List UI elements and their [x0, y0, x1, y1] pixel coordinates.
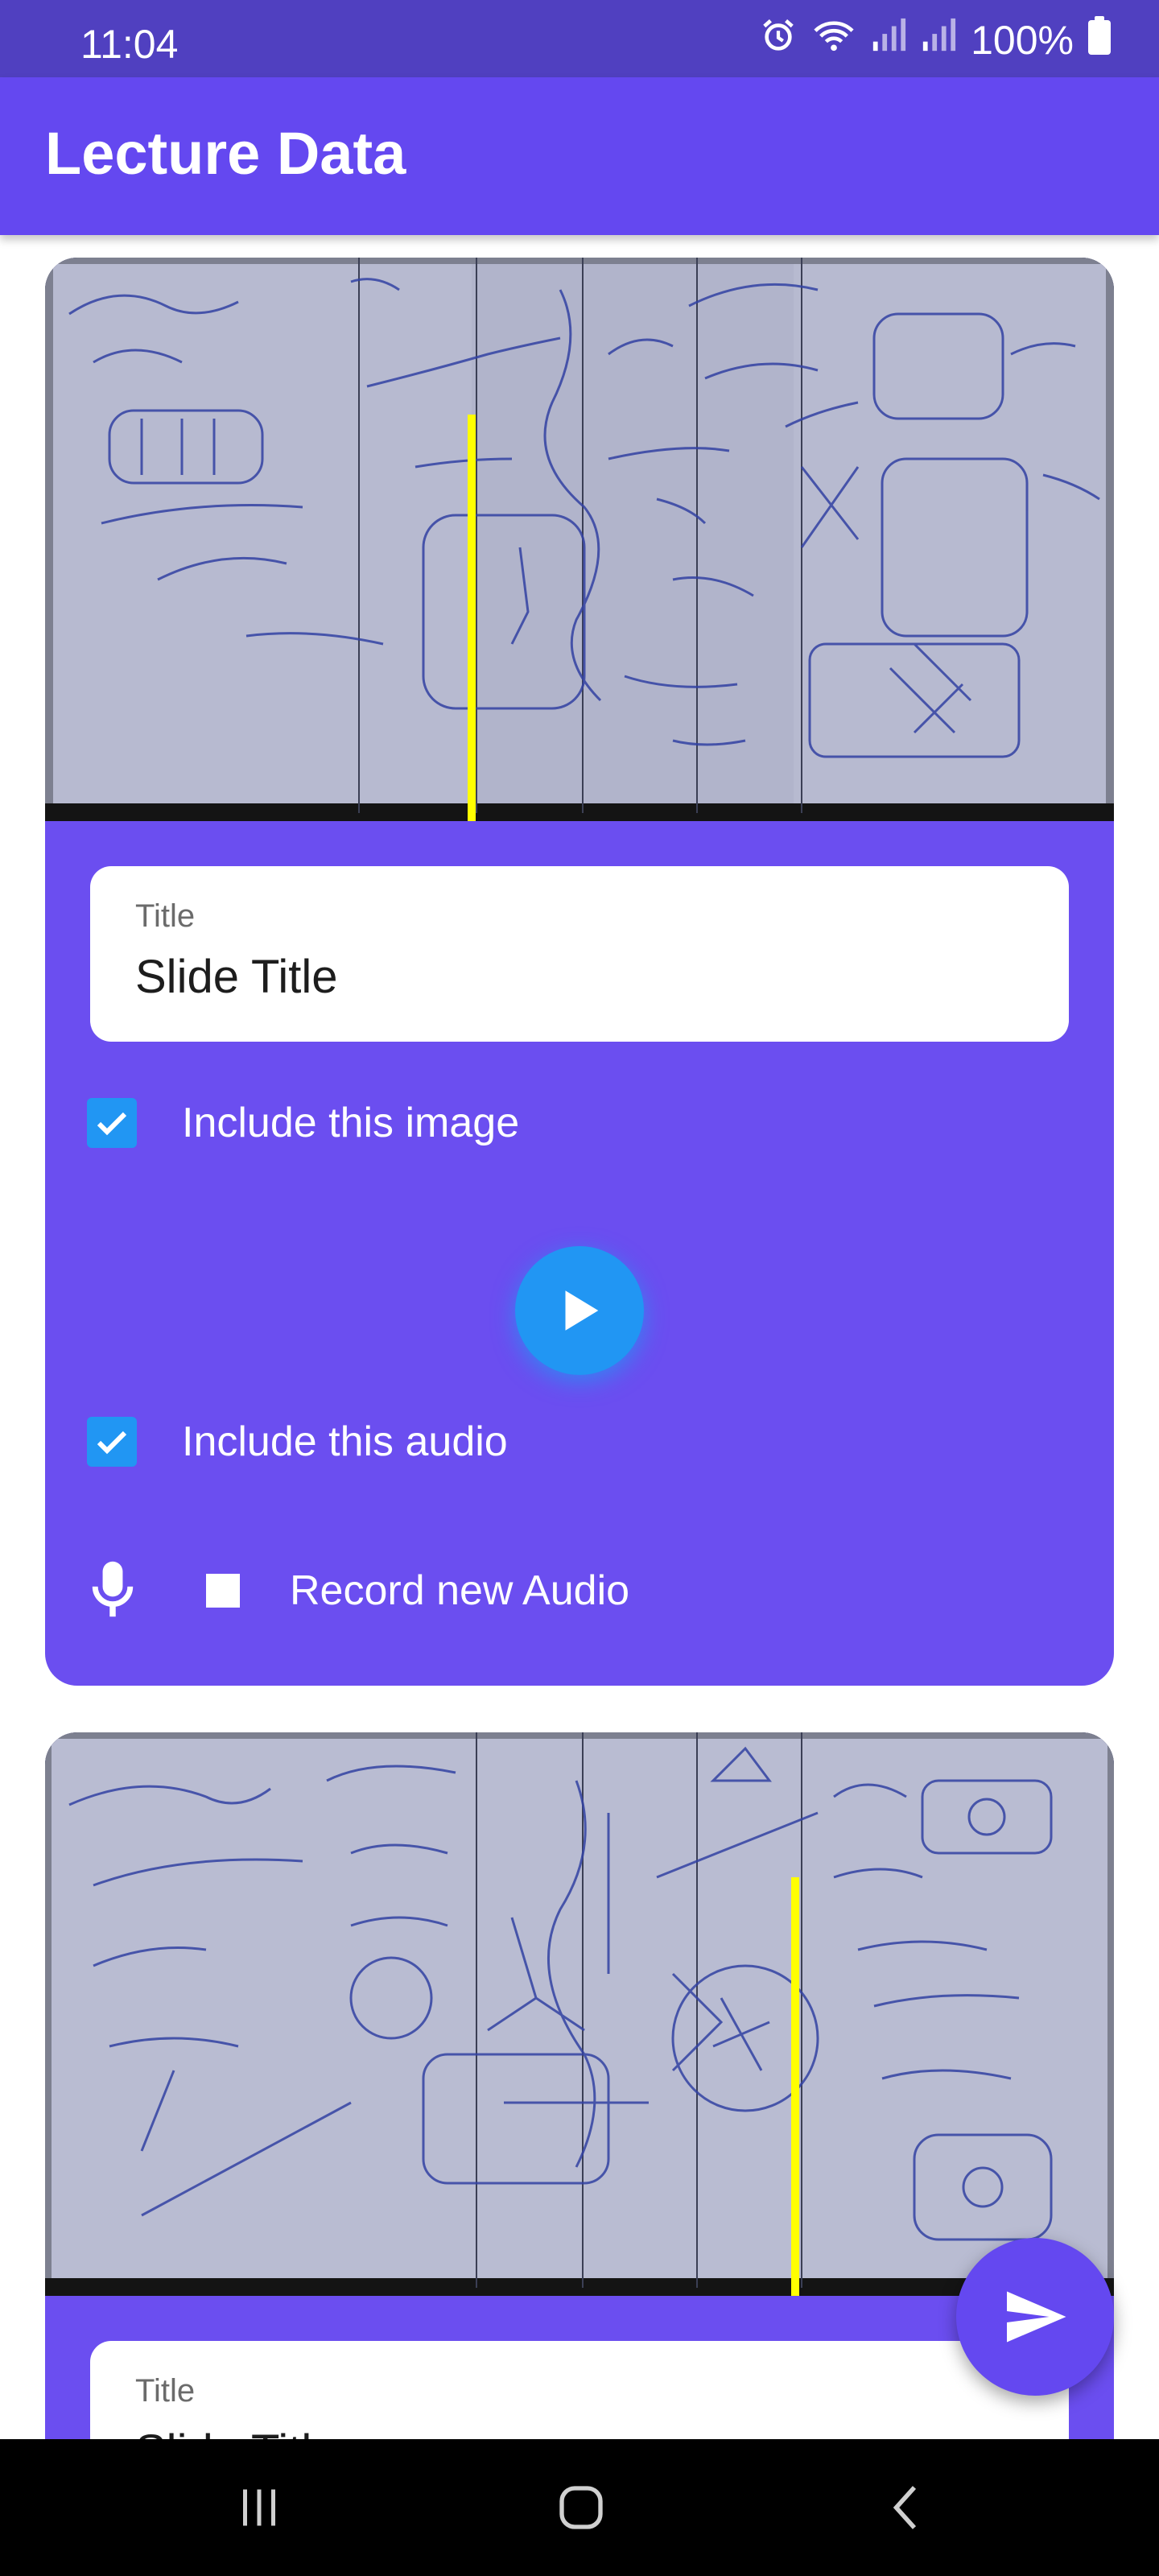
include-image-row[interactable]: Include this image	[87, 1095, 519, 1151]
app-bar: Lecture Data	[0, 77, 1159, 235]
record-audio-row: Record new Audio	[90, 1558, 629, 1623]
wifi-icon	[811, 17, 856, 64]
slide-title-label: Title	[135, 898, 196, 934]
slide-title-input[interactable]: Slide Title	[135, 950, 337, 1004]
home-icon	[559, 2486, 603, 2529]
slide-card: Title Slide Title Include this image Inc…	[45, 258, 1114, 1686]
slide-list[interactable]: Title Slide Title Include this image Inc…	[0, 235, 1159, 2439]
back-button[interactable]	[858, 2479, 955, 2536]
status-time: 11:04	[80, 22, 179, 67]
send-icon	[1007, 2291, 1066, 2343]
stop-icon[interactable]	[206, 1574, 240, 1608]
slide-title-field[interactable]: Title Slide Title	[90, 2341, 1069, 2439]
back-icon	[893, 2486, 917, 2529]
recents-button[interactable]	[211, 2479, 307, 2536]
system-nav-bar	[0, 2439, 1159, 2576]
page-title: Lecture Data	[45, 120, 406, 187]
checkmark-icon	[97, 1430, 127, 1455]
slide-title-label: Title	[135, 2373, 196, 2409]
play-audio-button[interactable]	[515, 1246, 644, 1375]
play-icon	[565, 1290, 599, 1331]
alarm-icon	[760, 17, 797, 64]
signal-icon	[871, 17, 906, 64]
status-icons: 100%	[760, 16, 1111, 64]
slide-card: Title Slide Title	[45, 1732, 1114, 2439]
slide-title-input[interactable]: Slide Title	[135, 2425, 337, 2439]
slide-title-field[interactable]: Title Slide Title	[90, 866, 1069, 1042]
status-bar: 11:04 100%	[0, 0, 1159, 77]
home-button[interactable]	[533, 2479, 629, 2536]
recents-icon	[243, 2489, 275, 2526]
include-image-checkbox[interactable]	[87, 1098, 137, 1148]
signal-icon	[921, 17, 956, 64]
slide-image	[45, 1732, 1114, 2296]
slide-image	[45, 258, 1114, 821]
include-audio-label: Include this audio	[182, 1418, 508, 1465]
record-audio-label[interactable]: Record new Audio	[290, 1567, 629, 1615]
send-button[interactable]	[956, 2238, 1114, 2396]
include-image-label: Include this image	[182, 1100, 520, 1146]
battery-percent: 100%	[971, 18, 1074, 63]
include-audio-checkbox[interactable]	[87, 1417, 137, 1467]
include-audio-row[interactable]: Include this audio	[87, 1414, 508, 1470]
checkmark-icon	[97, 1112, 127, 1136]
battery-icon	[1088, 16, 1111, 64]
microphone-icon[interactable]	[90, 1558, 135, 1624]
